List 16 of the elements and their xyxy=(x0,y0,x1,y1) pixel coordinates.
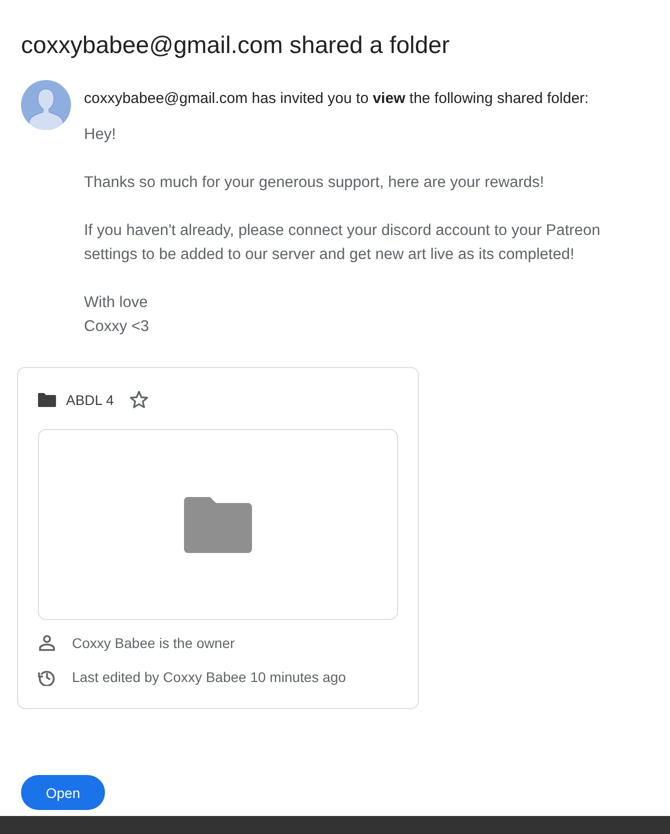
avatar-icon xyxy=(21,80,71,130)
detail-text: Coxxy Babee is the owner xyxy=(72,635,235,651)
invite-text: coxxybabee@gmail.com has invited you to view the following shared folder: xyxy=(84,89,590,109)
message-paragraph: Hey! xyxy=(84,125,117,145)
folder-name[interactable]: ABDL 4 xyxy=(66,392,114,408)
email-subject: coxxybabee@gmail.com shared a folder xyxy=(20,31,451,61)
detail-text: Last edited by Coxxy Babee 10 minutes ago xyxy=(72,669,346,685)
history-icon xyxy=(38,668,56,686)
open-button[interactable]: Open xyxy=(21,775,105,810)
folder-icon xyxy=(184,496,252,552)
folder-icon xyxy=(38,393,56,407)
star-icon[interactable] xyxy=(128,389,150,411)
message-paragraph: If you haven't already, please connect your discord account to your Patreon settings to be added to our server and get new art live as its completed! xyxy=(84,221,602,265)
person-icon xyxy=(38,634,56,652)
message-paragraph: Thanks so much for your generous support, here are your rewards! xyxy=(84,173,546,193)
message-paragraph: With love Coxxy <3 xyxy=(84,293,150,337)
